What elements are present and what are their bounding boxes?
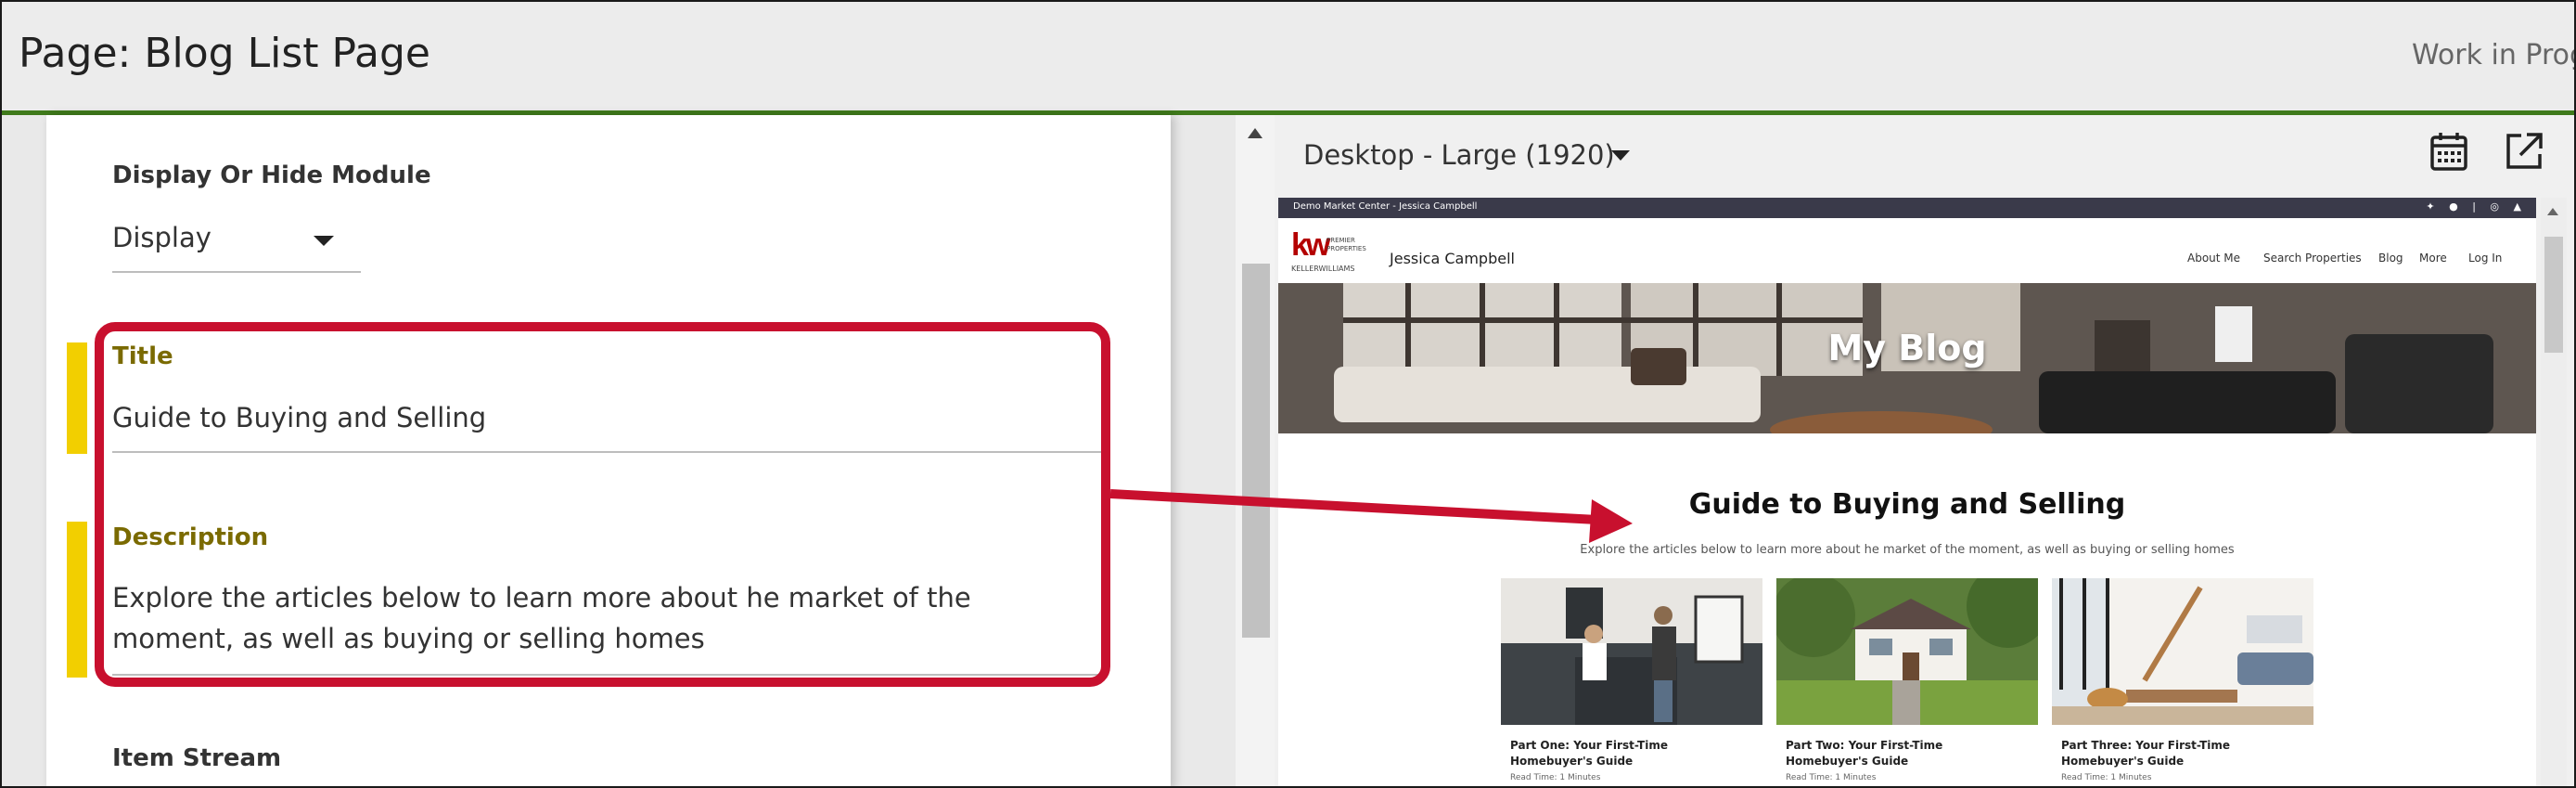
callout-arrow (1109, 489, 1633, 543)
screenshot-frame: Page: Blog List Page Work in Prog Displa… (0, 0, 2576, 788)
